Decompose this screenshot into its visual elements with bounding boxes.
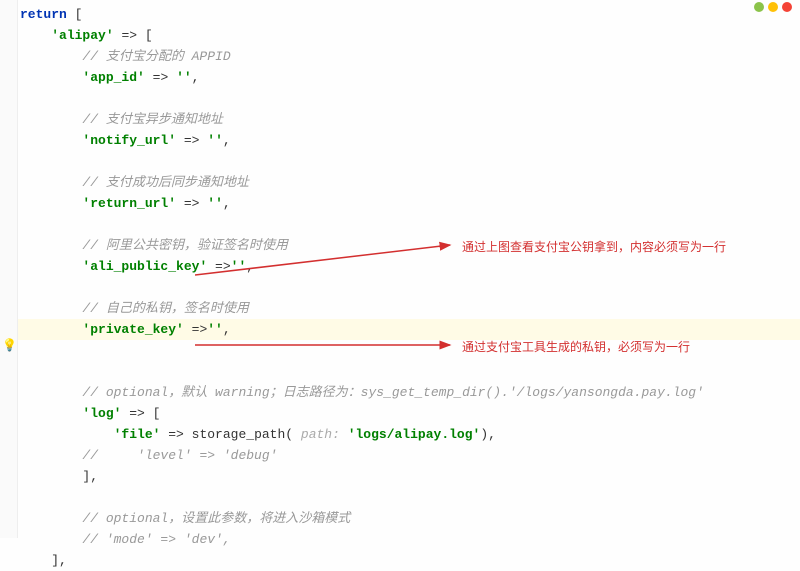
text: => (176, 133, 207, 148)
text: , (223, 196, 231, 211)
comment: // optional，默认 warning；日志路径为：sys_get_tem… (82, 385, 704, 400)
annotation-text-1: 通过上图查看支付宝公钥拿到，内容必须写为一行 (462, 238, 726, 255)
text: ], (82, 469, 98, 484)
dot-green (754, 2, 764, 12)
text: ], (51, 553, 67, 568)
key-ali-public-key: 'ali_public_key' (82, 259, 207, 274)
key-private-key: 'private_key' (82, 322, 183, 337)
text: => (184, 322, 207, 337)
comment: // 'mode' => 'dev', (82, 532, 230, 547)
string: '' (207, 133, 223, 148)
text: [ (67, 7, 83, 22)
param-hint: path: (293, 427, 348, 442)
string: '' (176, 70, 192, 85)
comment-part: .pay.log' (634, 385, 704, 400)
key-file: 'file' (114, 427, 161, 442)
key-return-url: 'return_url' (82, 196, 176, 211)
key-log: 'log' (82, 406, 121, 421)
comment: // 支付宝异步通知地址 (82, 112, 222, 127)
text: => (145, 70, 176, 85)
key-app-id: 'app_id' (82, 70, 144, 85)
dot-gold (768, 2, 778, 12)
comment-part: // optional，默认 warning；日志路径为：sys_get_tem… (82, 385, 563, 400)
code-editor[interactable]: return [ 'alipay' => [ // 支付宝分配的 APPID '… (0, 0, 800, 571)
comment: // 支付成功后同步通知地址 (82, 175, 248, 190)
text: ), (480, 427, 496, 442)
text: => (207, 259, 230, 274)
string: '' (231, 259, 247, 274)
comment: // optional，设置此参数，将进入沙箱模式 (82, 511, 350, 526)
key-alipay: 'alipay' (51, 28, 113, 43)
func-storage-path: storage_path (192, 427, 286, 442)
text: => [ (121, 406, 160, 421)
highlighted-line: 'private_key' =>'', (0, 319, 800, 340)
text: ( (285, 427, 293, 442)
keyword-return: return (20, 7, 67, 22)
string-log-path: 'logs/alipay.log' (348, 427, 481, 442)
text: , (223, 322, 231, 337)
string: '' (207, 196, 223, 211)
text: , (192, 70, 200, 85)
text: , (246, 259, 254, 274)
text: => [ (114, 28, 153, 43)
comment: // 阿里公共密钥，验证签名时使用 (82, 238, 287, 253)
text: => (160, 427, 191, 442)
dot-red (782, 2, 792, 12)
key-notify-url: 'notify_url' (82, 133, 176, 148)
comment: // 自己的私钥，签名时使用 (82, 301, 248, 316)
annotation-text-2: 通过支付宝工具生成的私钥，必须写为一行 (462, 338, 690, 355)
lightbulb-icon[interactable]: 💡 (2, 338, 17, 353)
comment-em: yansongda (563, 385, 633, 400)
string: '' (207, 322, 223, 337)
text: => (176, 196, 207, 211)
window-controls (754, 2, 792, 12)
editor-gutter: 💡 (0, 0, 18, 538)
comment: // 支付宝分配的 APPID (82, 49, 230, 64)
text: , (223, 133, 231, 148)
comment: // 'level' => 'debug' (82, 448, 277, 463)
